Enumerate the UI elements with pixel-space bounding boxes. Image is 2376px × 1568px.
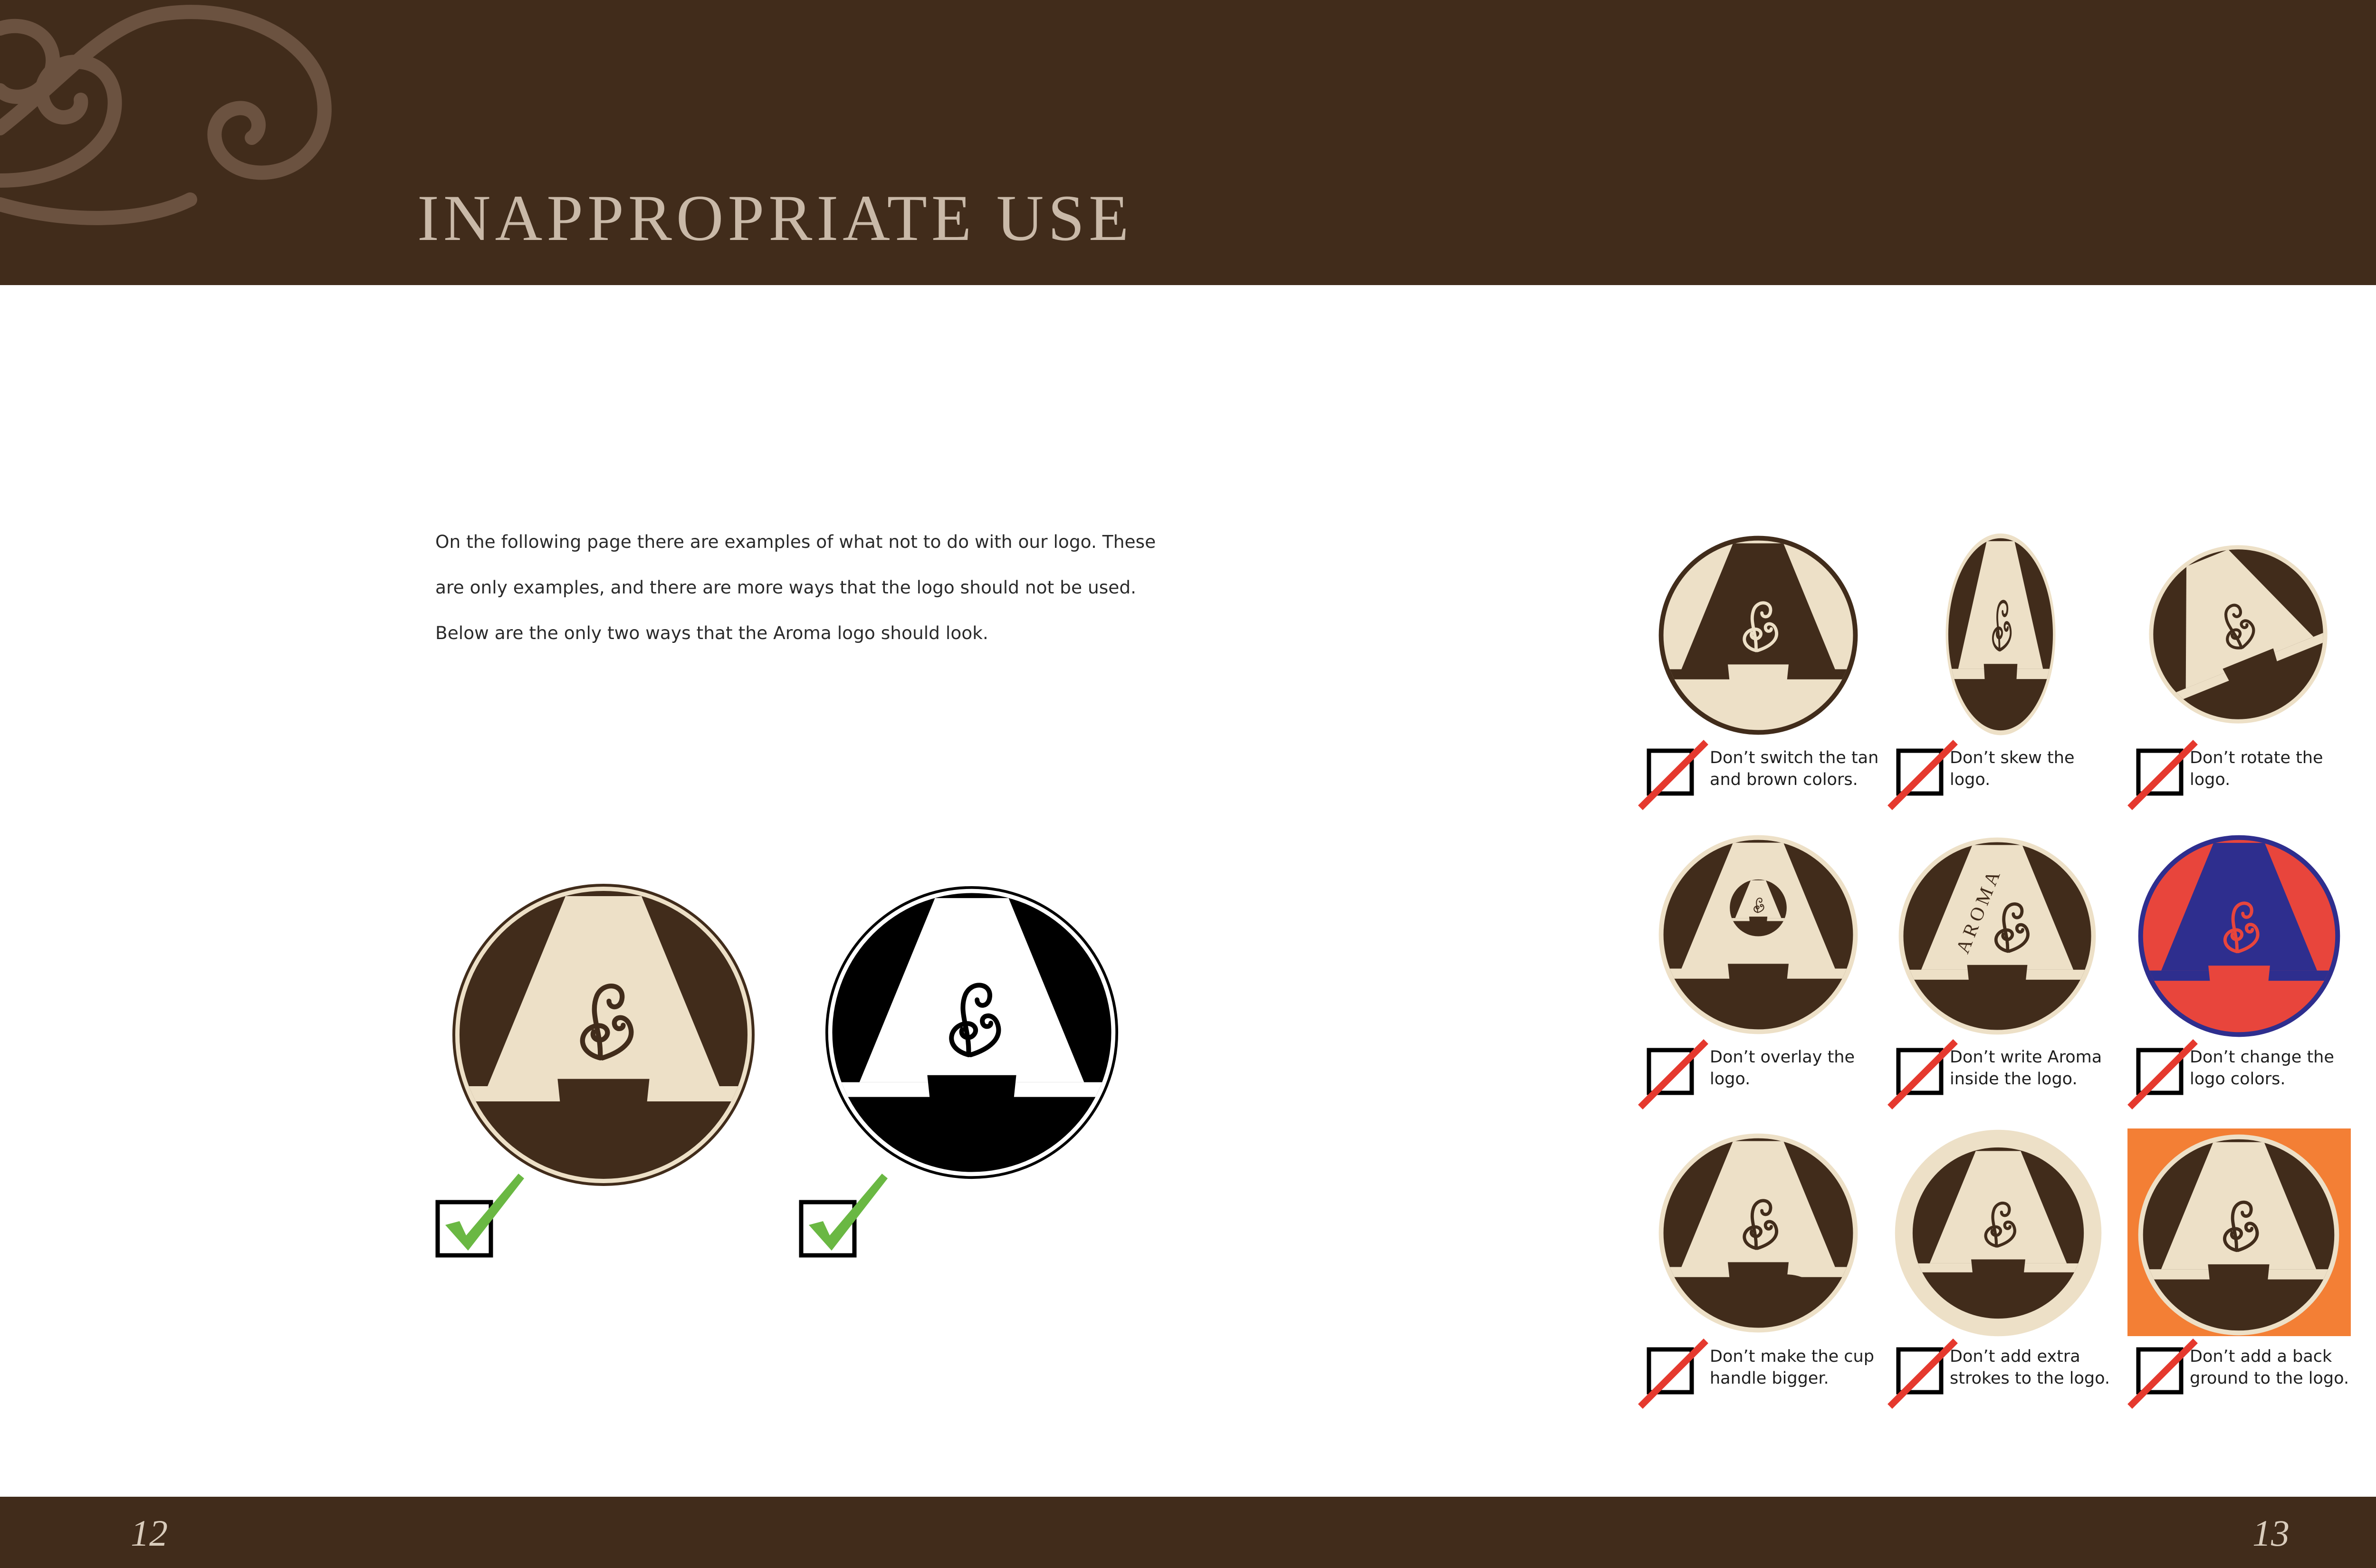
example-caption: Don’t add extra strokes to the logo.: [1950, 1346, 2130, 1389]
caption-line: logo.: [1710, 1070, 1751, 1089]
example-logo-bigger-handle: [1658, 1133, 1858, 1333]
example-logo-rotated: [2148, 544, 2328, 724]
cross-out-icon: [2127, 1039, 2198, 1109]
cross-out-icon: [1638, 1339, 1708, 1409]
caption-line: Don’t write Aroma: [1950, 1048, 2102, 1067]
example-caption: Don’t overlay the logo.: [1710, 1046, 1890, 1090]
page-number-left: 12: [131, 1512, 168, 1554]
example-caption: Don’t make the cup handle bigger.: [1710, 1346, 1890, 1389]
example-caption: Don’t change the logo colors.: [2190, 1046, 2370, 1090]
caption-line: Don’t add a back: [2190, 1347, 2332, 1366]
intro-line: are only examples, and there are more wa…: [435, 577, 1137, 598]
example-logo-aroma-text: AROMA: [1898, 837, 2096, 1035]
caption-line: inside the logo.: [1950, 1070, 2078, 1089]
example-caption: Don’t skew the logo.: [1950, 747, 2130, 791]
cross-out-icon: [2127, 740, 2198, 810]
cross-out-icon: [2127, 1339, 2198, 1409]
caption-line: Don’t switch the tan: [1710, 748, 1879, 767]
page-number-right: 13: [2252, 1512, 2290, 1554]
example-logo-overlay: [1658, 835, 1858, 1034]
caption-line: handle bigger.: [1710, 1369, 1829, 1388]
caption-line: logo.: [2190, 770, 2231, 789]
cross-out-icon: [1638, 740, 1708, 810]
caption-line: Don’t overlay the: [1710, 1048, 1855, 1067]
example-caption: Don’t switch the tan and brown colors.: [1710, 747, 1890, 791]
caption-line: Don’t add extra: [1950, 1347, 2080, 1366]
example-logo-extra-strokes: [1895, 1129, 2102, 1337]
example-logo-skewed: [1945, 533, 2056, 736]
caption-line: logo colors.: [2190, 1070, 2286, 1089]
caption-line: Don’t skew the: [1950, 748, 2075, 767]
intro-text: On the following page there are examples…: [435, 525, 1177, 662]
cross-out-icon: [1638, 1039, 1708, 1109]
caption-line: and brown colors.: [1710, 770, 1858, 789]
caption-line: ground to the logo.: [2190, 1369, 2349, 1388]
example-caption: Don’t write Aroma inside the logo.: [1950, 1046, 2130, 1090]
header-band: INAPPROPRIATE USE: [0, 0, 2376, 285]
intro-line: Below are the only two ways that the Aro…: [435, 622, 988, 643]
example-logo-changed-colors: [2138, 835, 2340, 1037]
caption-line: Don’t change the: [2190, 1048, 2334, 1067]
check-icon: [435, 1174, 524, 1258]
footer-band: [0, 1497, 2376, 1568]
page-title: INAPPROPRIATE USE: [417, 182, 1133, 254]
cross-out-icon: [1887, 1039, 1958, 1109]
example-caption: Don’t add a back ground to the logo.: [2190, 1346, 2370, 1389]
example-logo-switched-colors: [1658, 535, 1858, 735]
approved-logo-color: [452, 884, 755, 1186]
caption-line: Don’t rotate the: [2190, 748, 2323, 767]
caption-line: Don’t make the cup: [1710, 1347, 1874, 1366]
caption-line: logo.: [1950, 770, 1991, 789]
intro-line: On the following page there are examples…: [435, 531, 1156, 552]
approved-logo-bw: [825, 886, 1119, 1179]
check-icon: [799, 1174, 888, 1258]
caption-line: strokes to the logo.: [1950, 1369, 2110, 1388]
swirl-ornament-icon: [0, 5, 332, 225]
example-caption: Don’t rotate the logo.: [2190, 747, 2370, 791]
example-logo-background: [2138, 1134, 2339, 1336]
cross-out-icon: [1887, 1339, 1958, 1409]
cross-out-icon: [1887, 740, 1958, 810]
